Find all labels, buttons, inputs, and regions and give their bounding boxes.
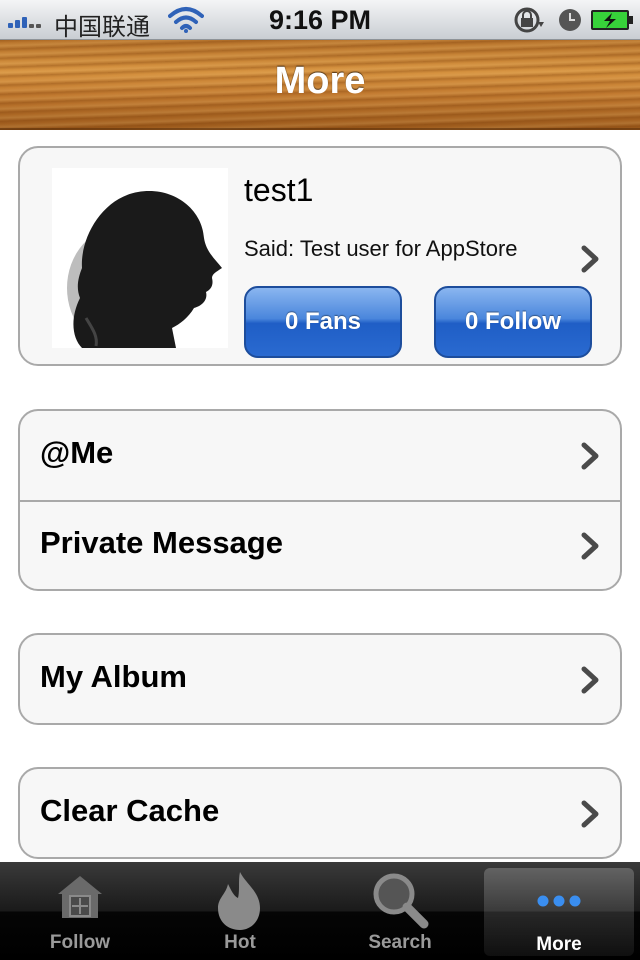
- tab-search[interactable]: Search: [320, 862, 480, 960]
- more-dots-icon: [537, 895, 581, 907]
- avatar: [52, 168, 228, 348]
- page-title: More: [274, 60, 366, 102]
- menu-item-label: Clear Cache: [40, 793, 220, 828]
- menu-group-cache: Clear Cache: [18, 767, 622, 859]
- tab-label: Search: [368, 932, 432, 953]
- menu-group-messages: @Me Private Message: [18, 409, 622, 591]
- rotation-lock-icon: [514, 7, 544, 33]
- tab-label: Follow: [49, 932, 111, 953]
- flame-icon: [218, 872, 260, 930]
- tab-bar: Follow Hot Search More: [0, 862, 640, 960]
- menu-item-clear-cache[interactable]: Clear Cache: [20, 769, 620, 857]
- menu-item-label: Private Message: [40, 525, 283, 560]
- status-bar: 中国联通 9:16 PM: [0, 0, 640, 41]
- follow-button[interactable]: 0 Follow: [434, 286, 592, 358]
- chevron-right-icon: [581, 532, 599, 560]
- alarm-icon: [559, 9, 581, 31]
- menu-item-private-message[interactable]: Private Message: [20, 501, 620, 589]
- chevron-right-icon: [581, 442, 599, 470]
- house-icon: [58, 876, 102, 918]
- menu-item-label: My Album: [40, 659, 187, 694]
- tab-more[interactable]: More: [484, 868, 634, 956]
- menu-item-at-me[interactable]: @Me: [20, 411, 620, 499]
- chevron-right-icon: [581, 800, 599, 828]
- menu-item-label: @Me: [40, 435, 114, 470]
- magnifier-icon: [373, 873, 429, 929]
- chevron-right-icon: [581, 666, 599, 694]
- profile-card[interactable]: test1 Said: Test user for AppStore 0 Fan…: [18, 146, 622, 366]
- navigation-bar: More: [0, 40, 640, 130]
- chevron-right-icon: [581, 245, 599, 273]
- tab-hot[interactable]: Hot: [160, 862, 320, 960]
- fans-button[interactable]: 0 Fans: [244, 286, 402, 358]
- menu-item-my-album[interactable]: My Album: [20, 635, 620, 723]
- tab-label: Hot: [224, 932, 256, 953]
- tab-label: More: [536, 934, 582, 955]
- profile-status: Said: Test user for AppStore: [244, 236, 518, 261]
- menu-group-album: My Album: [18, 633, 622, 725]
- tab-follow[interactable]: Follow: [0, 862, 160, 960]
- battery-charging-icon: [591, 10, 633, 30]
- profile-username: test1: [244, 172, 314, 208]
